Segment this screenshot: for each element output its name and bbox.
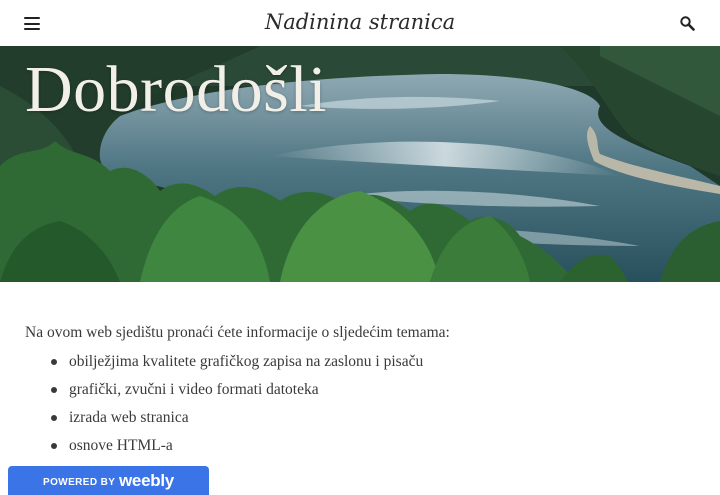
main-content: Na ovom web sjedištu pronaći ćete inform… bbox=[25, 324, 695, 465]
list-item: obilježjima kvalitete grafičkog zapisa n… bbox=[51, 353, 695, 381]
list-item: izrada web stranica bbox=[51, 409, 695, 437]
list-item: grafički, zvučni i video formati datotek… bbox=[51, 381, 695, 409]
site-header: Nadinina stranica bbox=[0, 0, 720, 46]
intro-text: Na ovom web sjedištu pronaći ćete inform… bbox=[25, 324, 450, 341]
badge-prefix: POWERED BY bbox=[43, 477, 116, 488]
weebly-logo: weebly bbox=[119, 471, 174, 490]
search-icon[interactable] bbox=[680, 16, 695, 31]
topic-list: obilježjima kvalitete grafičkog zapisa n… bbox=[25, 353, 695, 465]
powered-by-weebly-badge[interactable]: POWERED BY weebly bbox=[8, 466, 209, 495]
hero-title: Dobrodošli bbox=[25, 53, 327, 126]
hero-banner: Dobrodošli bbox=[0, 46, 720, 282]
site-title[interactable]: Nadinina stranica bbox=[0, 10, 720, 34]
list-item: osnove HTML-a bbox=[51, 437, 695, 465]
